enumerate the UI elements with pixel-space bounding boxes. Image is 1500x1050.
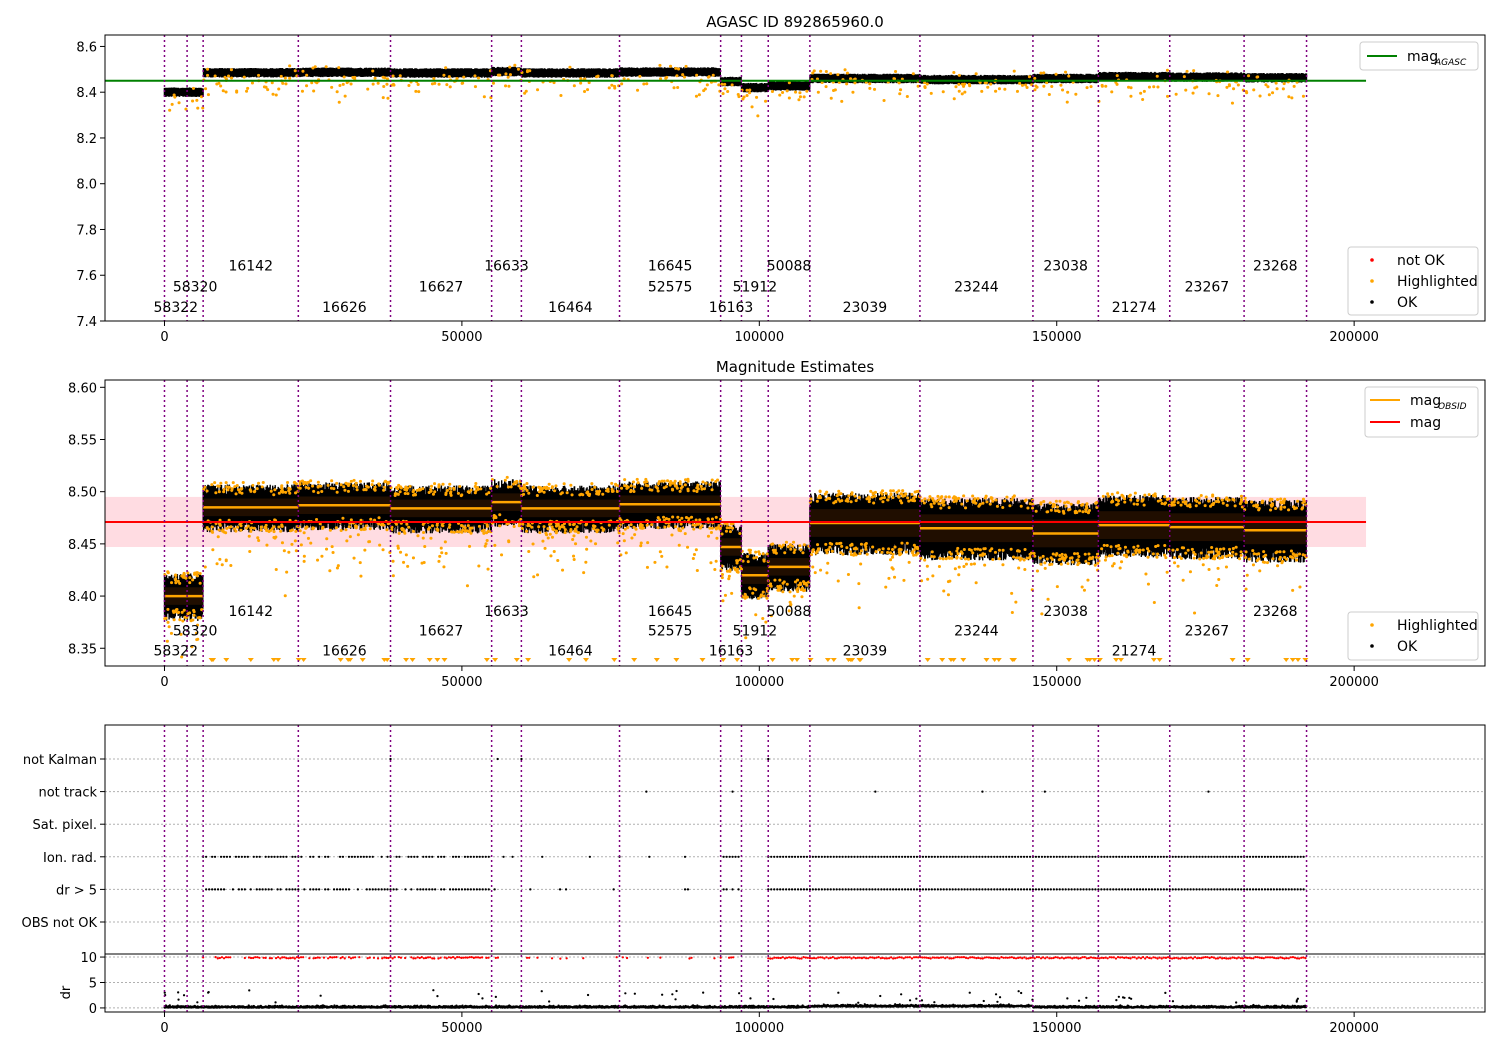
legend-line-subscript: OBSID (1438, 402, 1467, 412)
x-tick-label: 200000 (1329, 330, 1379, 345)
obsid-label: 23268 (1253, 604, 1298, 620)
obsid-label: 23038 (1043, 259, 1088, 275)
y-tick-label: 8.35 (68, 642, 97, 657)
flag-row-label: not Kalman (23, 753, 97, 768)
dr-axis-label: dr (59, 985, 74, 999)
magnitude-estimates-panel: Magnitude Estimates 58322 58320 16142 16626 1… (68, 358, 1486, 690)
obsid-label: 58320 (173, 624, 218, 640)
ok-points (163, 66, 1308, 97)
y-tick-label: 8.60 (68, 381, 97, 396)
obsid-label: 16163 (709, 300, 754, 316)
flags-and-dr-panel: not Kalman not track Sat. pixel. Ion. rad. d… (22, 724, 1486, 1036)
obsid-label: 21274 (1112, 300, 1157, 316)
plot-frame (104, 724, 1486, 1013)
dr-tick-label: 0 (89, 1002, 97, 1017)
x-tick-label: 0 (160, 675, 168, 690)
legend-point-swatch (1370, 279, 1374, 283)
dr-tick-label: 10 (80, 951, 97, 966)
obsid-label: 52575 (648, 279, 693, 295)
legend-point-swatch (1370, 258, 1374, 262)
obsid-label: 23038 (1043, 604, 1088, 620)
flag-row-label: dr > 5 (56, 883, 97, 898)
obsid-label: 58322 (154, 644, 199, 660)
obsid-label: 16633 (484, 259, 529, 275)
dr-ok-points (163, 989, 1308, 1009)
obsid-label: 23267 (1185, 624, 1230, 640)
y-tick-label: 8.2 (76, 132, 97, 147)
y-tick-label: 8.40 (68, 590, 97, 605)
x-tick-label: 100000 (734, 675, 784, 690)
x-tick-label: 100000 (734, 1021, 784, 1036)
legend-line-label: mag (1407, 49, 1438, 65)
obsid-label: 23039 (843, 300, 888, 316)
legend-line-subscript: AGASC (1434, 58, 1467, 68)
legend-point-label: not OK (1397, 253, 1445, 269)
obsid-label: 51912 (733, 279, 778, 295)
legend-point-label: Highlighted (1397, 618, 1478, 634)
y-tick-label: 8.4 (76, 86, 97, 101)
obsid-label: 23244 (954, 624, 999, 640)
obsid-label: 16142 (228, 604, 273, 620)
dr-tick-label: 5 (89, 976, 97, 991)
flag-row-label: not track (38, 786, 97, 801)
x-tick-label: 100000 (734, 330, 784, 345)
legend-point-label: OK (1397, 639, 1418, 655)
obsid-label: 23268 (1253, 259, 1298, 275)
flag-row-label: Sat. pixel. (33, 818, 97, 833)
legend-point-swatch (1370, 644, 1374, 648)
obsid-label: 51912 (733, 624, 778, 640)
legend-line-label: mag (1410, 415, 1441, 431)
obsid-label: 58322 (154, 300, 199, 316)
obsid-label: 16142 (228, 259, 273, 275)
x-tick-label: 200000 (1329, 675, 1379, 690)
legend-point-swatch (1370, 300, 1374, 304)
obsid-label: 50088 (767, 259, 812, 275)
y-tick-label: 8.6 (76, 40, 97, 55)
x-tick-label: 150000 (1032, 675, 1082, 690)
x-tick-label: 150000 (1032, 1021, 1082, 1036)
y-tick-label: 8.50 (68, 486, 97, 501)
obsid-label: 21274 (1112, 644, 1157, 660)
legend-point-swatch (1370, 623, 1374, 627)
obsid-label: 16645 (648, 604, 693, 620)
y-tick-label: 8.45 (68, 538, 97, 553)
x-tick-label: 50000 (441, 330, 482, 345)
obsid-label: 16626 (322, 300, 367, 316)
figure: AGASC ID 892865960.0 58322 58320 16142 16626… (22, 13, 1486, 1036)
x-tick-label: 200000 (1329, 1021, 1379, 1036)
obsid-label: 16626 (322, 644, 367, 660)
obsid-label: 16633 (484, 604, 529, 620)
legend-point-label: OK (1397, 295, 1418, 311)
obsid-label: 23267 (1185, 279, 1230, 295)
obsid-label: 16464 (548, 644, 593, 660)
x-tick-label: 0 (160, 330, 168, 345)
flag-row-label: Ion. rad. (43, 851, 97, 866)
y-tick-label: 8.0 (76, 178, 97, 193)
legend-line-label: mag (1410, 393, 1441, 409)
x-tick-label: 50000 (441, 675, 482, 690)
agasc-magnitude-panel: AGASC ID 892865960.0 58322 58320 16142 16626… (76, 13, 1486, 345)
y-tick-label: 7.8 (76, 223, 97, 238)
obsid-label: 16464 (548, 300, 593, 316)
obsid-label: 23244 (954, 279, 999, 295)
obsid-label: 58320 (173, 279, 218, 295)
y-tick-label: 8.55 (68, 433, 97, 448)
x-tick-label: 50000 (441, 1021, 482, 1036)
obsid-label: 16163 (709, 644, 754, 660)
obsid-label: 52575 (648, 624, 693, 640)
obsid-label: 23039 (843, 644, 888, 660)
obsid-label: 16645 (648, 259, 693, 275)
y-tick-label: 7.6 (76, 269, 97, 284)
panel-title: AGASC ID 892865960.0 (706, 13, 884, 31)
legend-point-label: Highlighted (1397, 274, 1478, 290)
obsid-label: 50088 (767, 604, 812, 620)
x-tick-label: 150000 (1032, 330, 1082, 345)
obsid-label: 16627 (419, 279, 464, 295)
y-tick-label: 7.4 (76, 315, 97, 330)
x-tick-label: 0 (160, 1021, 168, 1036)
panel-title: Magnitude Estimates (716, 358, 874, 376)
obsid-label: 16627 (419, 624, 464, 640)
flag-row-label: OBS not OK (22, 916, 98, 931)
